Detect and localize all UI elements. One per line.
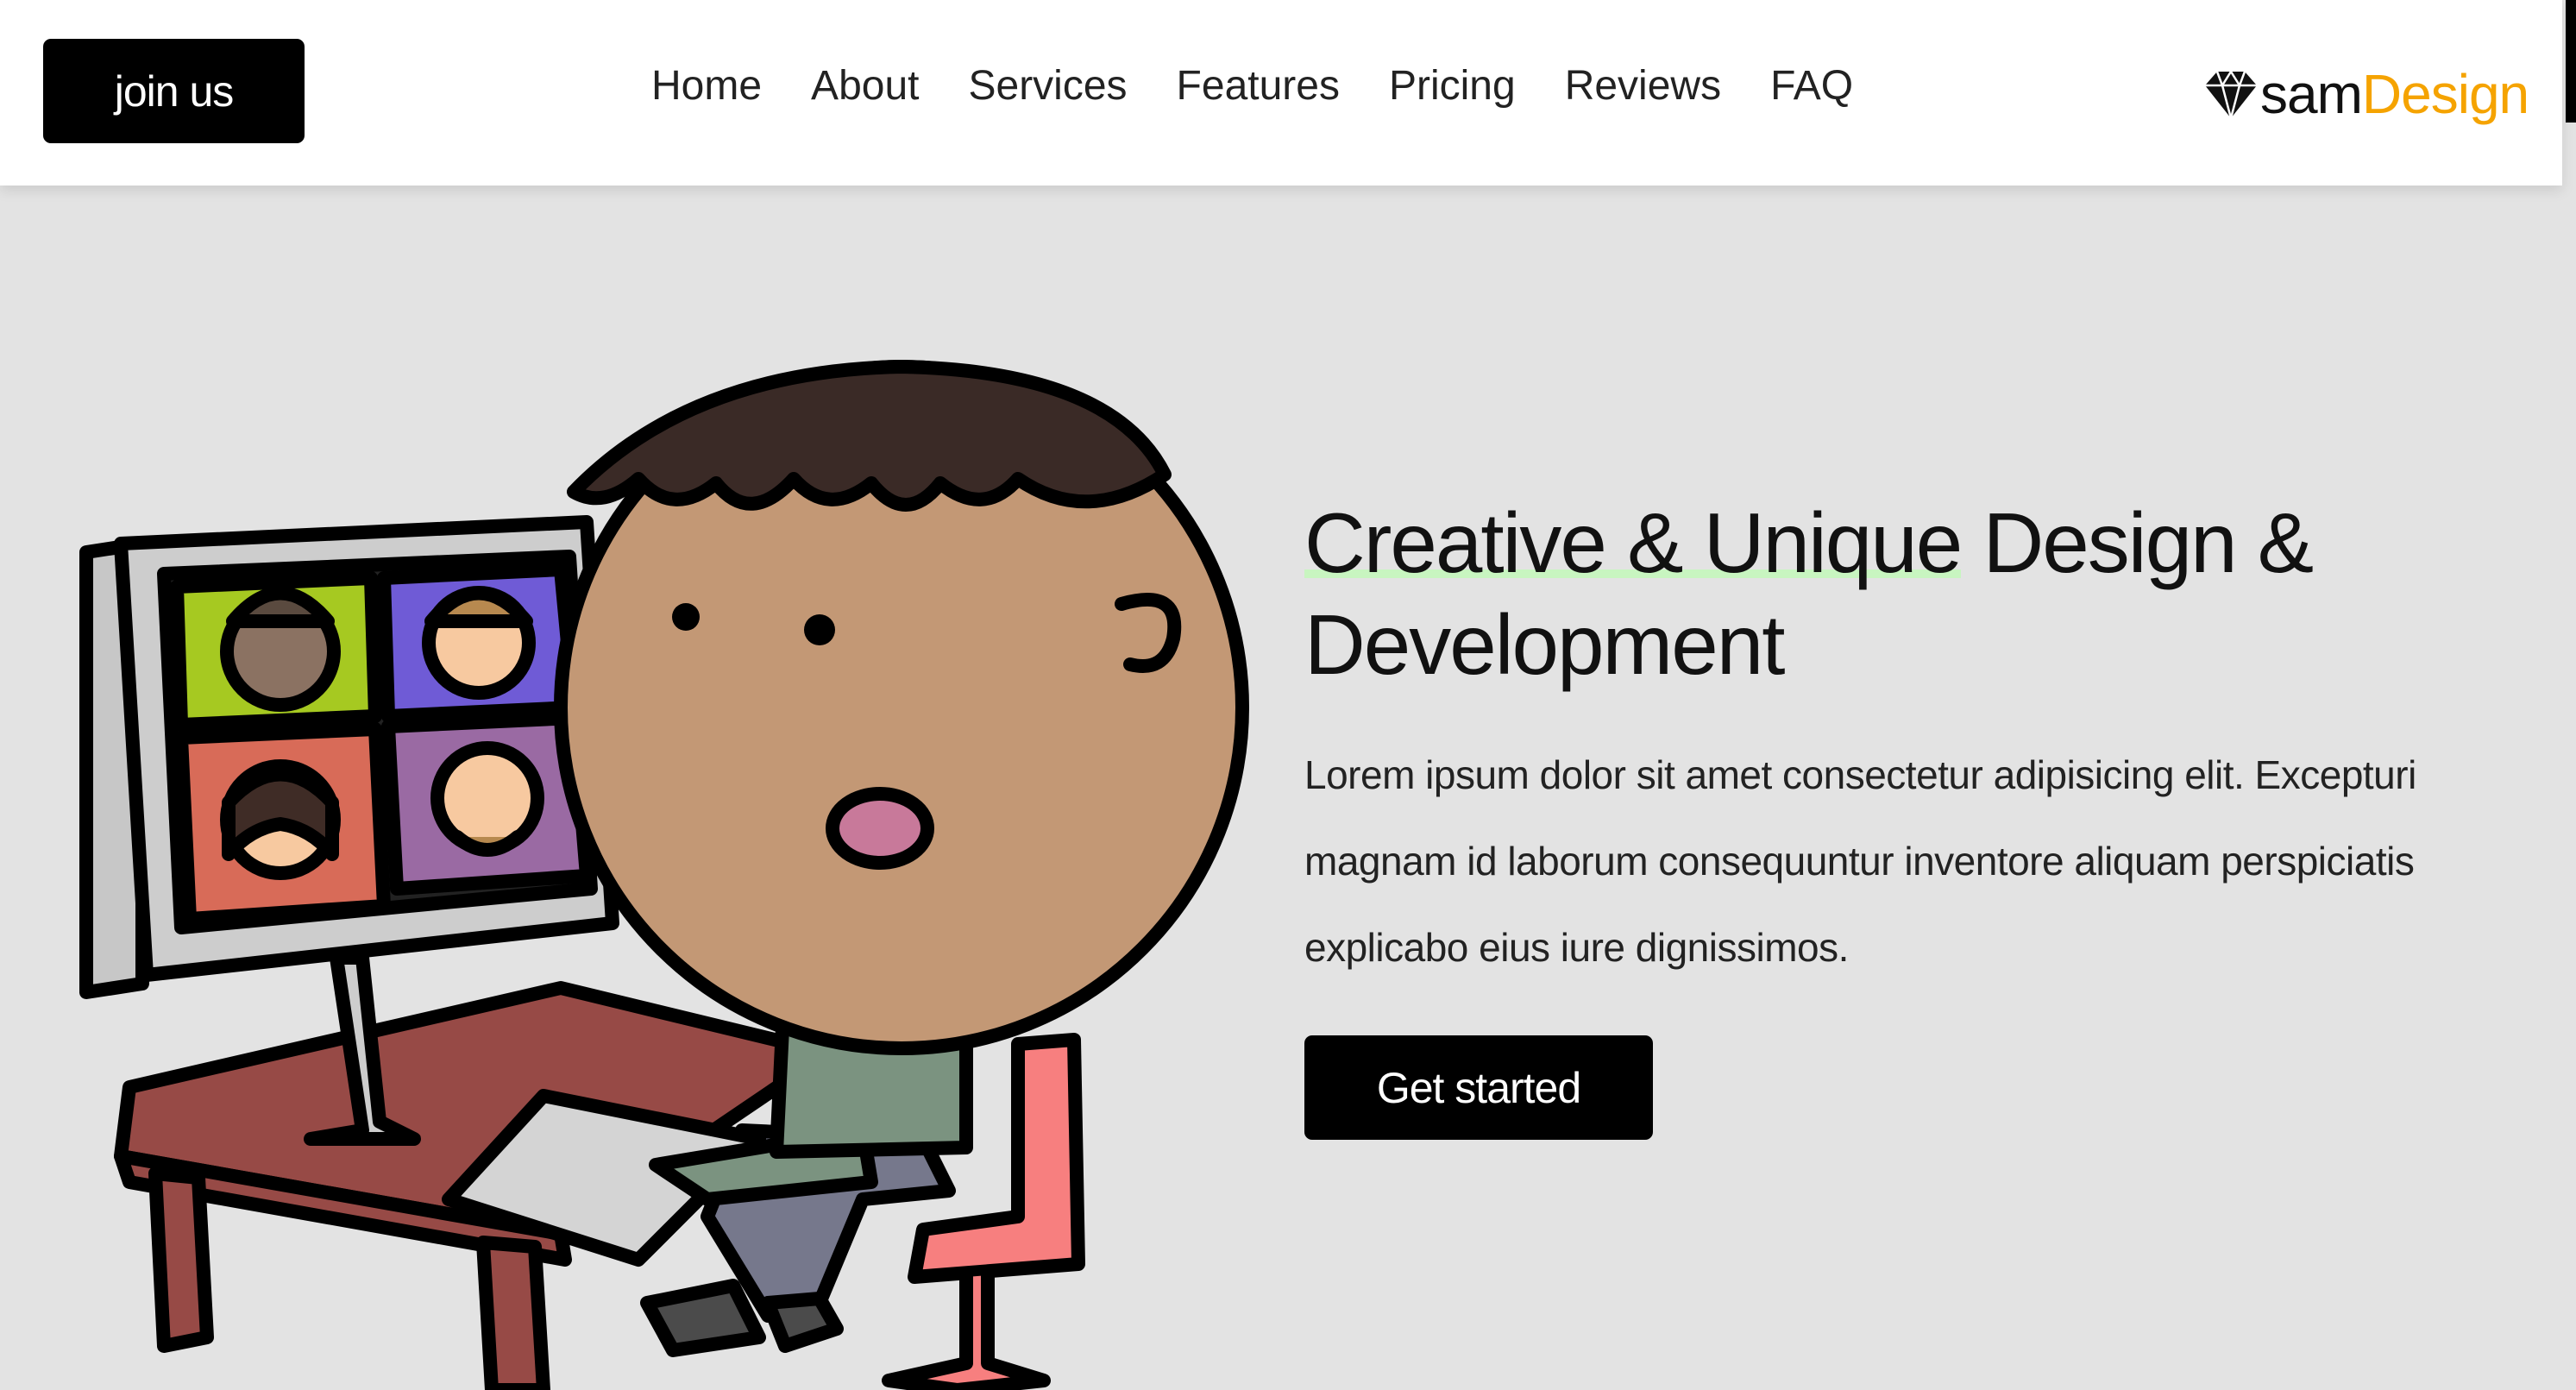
join-us-button[interactable]: join us (43, 39, 305, 143)
hero-description: Lorem ipsum dolor sit amet consectetur a… (1304, 752, 2416, 970)
header-edge-bar (2566, 0, 2576, 123)
logo-text-design: Design (2361, 63, 2529, 125)
nav-about-link[interactable]: About (811, 62, 919, 110)
hero-section: Creative & Unique Design & Development L… (1304, 492, 2529, 1140)
nav-faq-link[interactable]: FAQ (1770, 62, 1853, 110)
hero-title-highlight: Creative & Unique (1304, 495, 1963, 590)
nav-services-link[interactable]: Services (968, 62, 1127, 110)
nav-home-link[interactable]: Home (651, 62, 762, 110)
hero-title: Creative & Unique Design & Development (1304, 492, 2529, 695)
diamond-icon (2205, 69, 2257, 120)
site-header: join us Home About Services Features Pri… (0, 0, 2562, 186)
nav-pricing-link[interactable]: Pricing (1389, 62, 1516, 110)
nav-features-link[interactable]: Features (1177, 62, 1340, 110)
brand-logo[interactable]: sam Design (2203, 62, 2529, 126)
nav-reviews-link[interactable]: Reviews (1565, 62, 1721, 110)
get-started-button[interactable]: Get started (1304, 1035, 1653, 1140)
logo-text-sam: sam (2260, 63, 2363, 125)
main-nav: Home About Services Features Pricing Rev… (651, 62, 1853, 110)
boy-at-computer-illustration (79, 360, 1249, 1390)
